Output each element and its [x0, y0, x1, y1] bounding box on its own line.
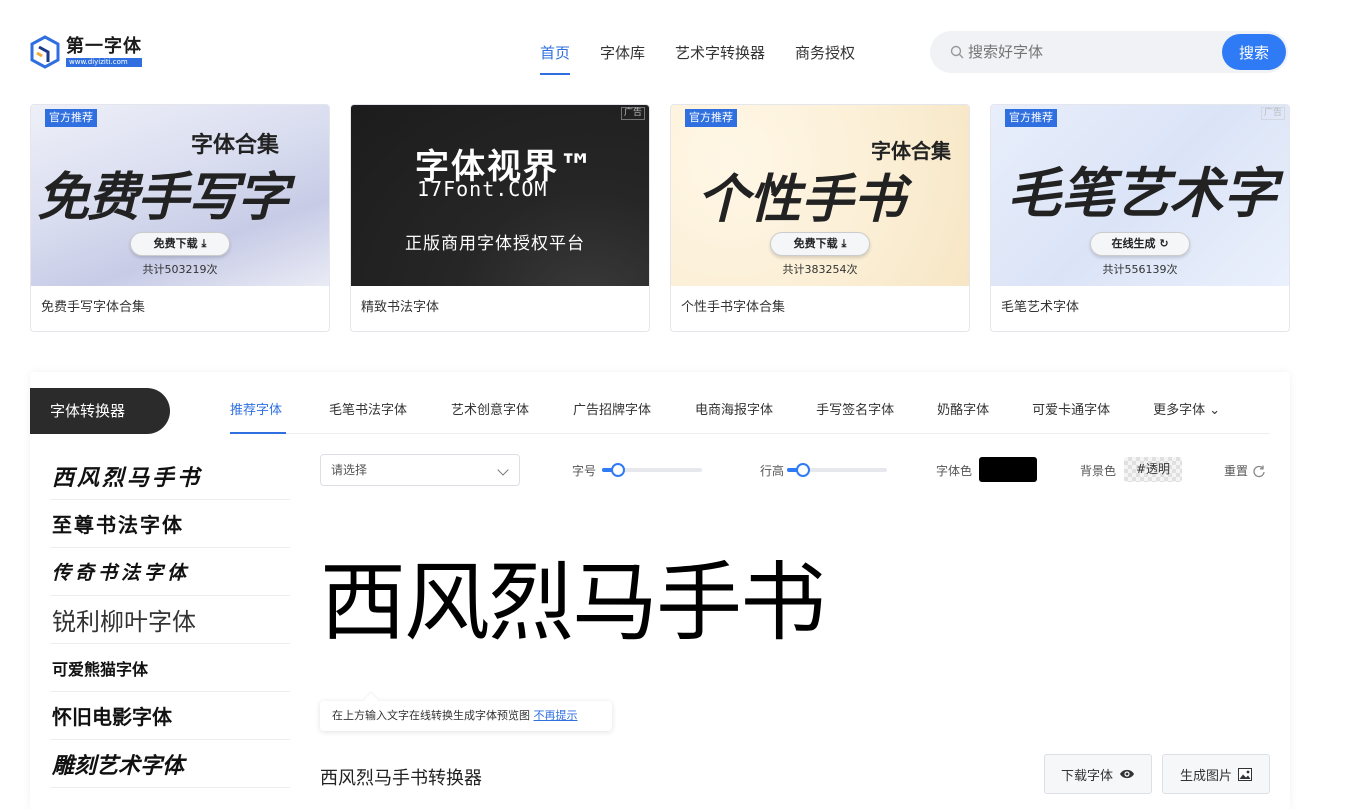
font-color-picker[interactable]: [979, 457, 1037, 482]
main-nav: 首页 字体库 艺术字转换器 商务授权: [540, 42, 885, 75]
font-item[interactable]: 传奇书法字体: [50, 548, 290, 596]
download-count: 共计503219次: [142, 263, 218, 276]
image-icon: [1238, 767, 1252, 781]
chevron-down-icon: [497, 464, 509, 476]
tab-ad-signage[interactable]: 广告招牌字体: [573, 392, 651, 434]
font-item[interactable]: 锐利柳叶字体: [50, 596, 290, 644]
preview-text: 西风烈马手书: [320, 553, 826, 653]
slider-handle[interactable]: [796, 463, 810, 477]
banner-image: 官方推荐 字体合集 免费手写字 免费下载 ⤓ 共计503219次: [31, 105, 329, 286]
font-select[interactable]: 请选择: [320, 454, 520, 486]
search-input[interactable]: [968, 43, 1208, 61]
tab-brush-calligraphy[interactable]: 毛笔书法字体: [329, 392, 407, 434]
banner-card-brush[interactable]: 官方推荐 广告 毛笔艺术字 在线生成 ↻ 共计556139次 毛笔艺术字体: [990, 104, 1290, 332]
converter-subtitle: 西风烈马手书转换器: [320, 768, 482, 789]
banner-image: 官方推荐 广告 毛笔艺术字 在线生成 ↻ 共计556139次: [991, 105, 1289, 286]
site-logo[interactable]: 第一字体 www.diyiziti.com: [28, 32, 144, 72]
card-caption: 毛笔艺术字体: [1001, 300, 1080, 315]
font-list: 西风烈马手书 至尊书法字体 传奇书法字体 锐利柳叶字体 可爱熊猫字体 怀旧电影字…: [50, 452, 290, 788]
converter-title: 字体转换器: [30, 388, 170, 434]
tab-art-creative[interactable]: 艺术创意字体: [451, 392, 529, 434]
banner-headline: 毛笔艺术字: [1007, 161, 1277, 225]
ad-tag: 广告: [1260, 107, 1285, 120]
reset-label: 重置: [1224, 464, 1249, 478]
search-icon: [950, 45, 964, 59]
font-item[interactable]: 雕刻艺术字体: [50, 740, 290, 788]
card-caption: 免费手写字体合集: [41, 300, 146, 315]
logo-url: www.diyiziti.com: [66, 58, 142, 67]
font-size-label: 字号: [572, 464, 597, 478]
logo-title: 第一字体: [66, 36, 142, 57]
banner-card-handwriting[interactable]: 官方推荐 字体合集 免费手写字 免费下载 ⤓ 共计503219次 免费手写字体合…: [30, 104, 330, 332]
official-badge: 官方推荐: [45, 109, 97, 127]
line-height-slider[interactable]: [787, 463, 887, 477]
slider-handle[interactable]: [611, 463, 625, 477]
nav-font-library[interactable]: 字体库: [600, 42, 645, 75]
free-download-button[interactable]: 免费下载 ⤓: [130, 232, 230, 256]
bg-color-picker[interactable]: #透明: [1124, 457, 1182, 482]
dismiss-hint-link[interactable]: 不再提示: [534, 709, 578, 722]
banner-headline: 免费手写字: [37, 167, 289, 228]
tab-ecommerce-poster[interactable]: 电商海报字体: [695, 392, 773, 434]
banner-tagline: 正版商用字体授权平台: [405, 234, 585, 254]
banner-subline: 17Font.COM: [417, 177, 548, 201]
search-button[interactable]: 搜索: [1222, 34, 1286, 70]
banner-image: 官方推荐 字体合集 个性手书 免费下载 ⤓ 共计383254次: [671, 105, 969, 286]
download-count: 共计556139次: [1102, 263, 1178, 276]
line-height-label: 行高: [760, 464, 785, 478]
font-size-slider[interactable]: [602, 463, 702, 477]
category-tabs: 推荐字体 毛笔书法字体 艺术创意字体 广告招牌字体 电商海报字体 手写签名字体 …: [230, 392, 1270, 434]
refresh-icon: ↻: [1159, 237, 1169, 250]
tab-recommended[interactable]: 推荐字体: [230, 392, 286, 434]
free-download-button[interactable]: 免费下载 ⤓: [770, 232, 870, 256]
download-font-button[interactable]: 下载字体: [1044, 754, 1152, 794]
font-item[interactable]: 西风烈马手书: [50, 452, 290, 500]
generate-image-button[interactable]: 生成图片: [1162, 754, 1270, 794]
logo-cube-icon: [30, 35, 60, 69]
banner-image: 广告 字体视界™ 17Font.COM 正版商用字体授权平台: [351, 105, 649, 286]
font-color-label: 字体色: [936, 464, 973, 478]
eye-icon: [1120, 769, 1134, 779]
font-item[interactable]: 至尊书法字体: [50, 500, 290, 548]
download-icon: ⤓: [201, 237, 207, 250]
font-item[interactable]: 可爱熊猫字体: [50, 644, 290, 692]
chevron-down-icon: ⌄: [1209, 403, 1221, 418]
tab-cute-cartoon[interactable]: 可爱卡通字体: [1032, 392, 1110, 434]
font-select-value: 请选择: [331, 463, 368, 477]
bg-color-label: 背景色: [1080, 464, 1117, 478]
refresh-icon: [1253, 465, 1265, 477]
tab-signature[interactable]: 手写签名字体: [816, 392, 894, 434]
card-caption: 精致书法字体: [361, 300, 440, 315]
tab-cheese[interactable]: 奶酪字体: [937, 392, 989, 434]
nav-business-license[interactable]: 商务授权: [795, 42, 855, 75]
hint-tooltip: 在上方输入文字在线转换生成字体预览图 不再提示: [320, 701, 612, 731]
font-item[interactable]: 怀旧电影字体: [50, 692, 290, 740]
tab-more-fonts[interactable]: 更多字体 ⌄: [1153, 392, 1220, 434]
font-converter-panel: 字体转换器 推荐字体 毛笔书法字体 艺术创意字体 广告招牌字体 电商海报字体 手…: [30, 372, 1290, 809]
nav-home[interactable]: 首页: [540, 42, 571, 75]
nav-art-converter[interactable]: 艺术字转换器: [675, 42, 765, 75]
official-badge: 官方推荐: [1005, 109, 1057, 127]
banner-card-personal[interactable]: 官方推荐 字体合集 个性手书 免费下载 ⤓ 共计383254次 个性手书字体合集: [670, 104, 970, 332]
banner-headline: 个性手书: [697, 169, 906, 230]
reset-button[interactable]: 重置: [1224, 462, 1266, 479]
ad-tag: 广告: [620, 107, 645, 120]
hint-text: 在上方输入文字在线转换生成字体预览图: [332, 709, 530, 722]
card-caption: 个性手书字体合集: [681, 300, 786, 315]
banner-card-calligraphy[interactable]: 广告 字体视界™ 17Font.COM 正版商用字体授权平台 精致书法字体: [350, 104, 650, 332]
search-bar: 搜索: [930, 31, 1288, 73]
banner-cards: 官方推荐 字体合集 免费手写字 免费下载 ⤓ 共计503219次 免费手写字体合…: [30, 104, 1290, 332]
online-generate-button[interactable]: 在线生成 ↻: [1090, 232, 1190, 256]
download-count: 共计383254次: [782, 263, 858, 276]
download-icon: ⤓: [841, 237, 847, 250]
official-badge: 官方推荐: [685, 109, 737, 127]
